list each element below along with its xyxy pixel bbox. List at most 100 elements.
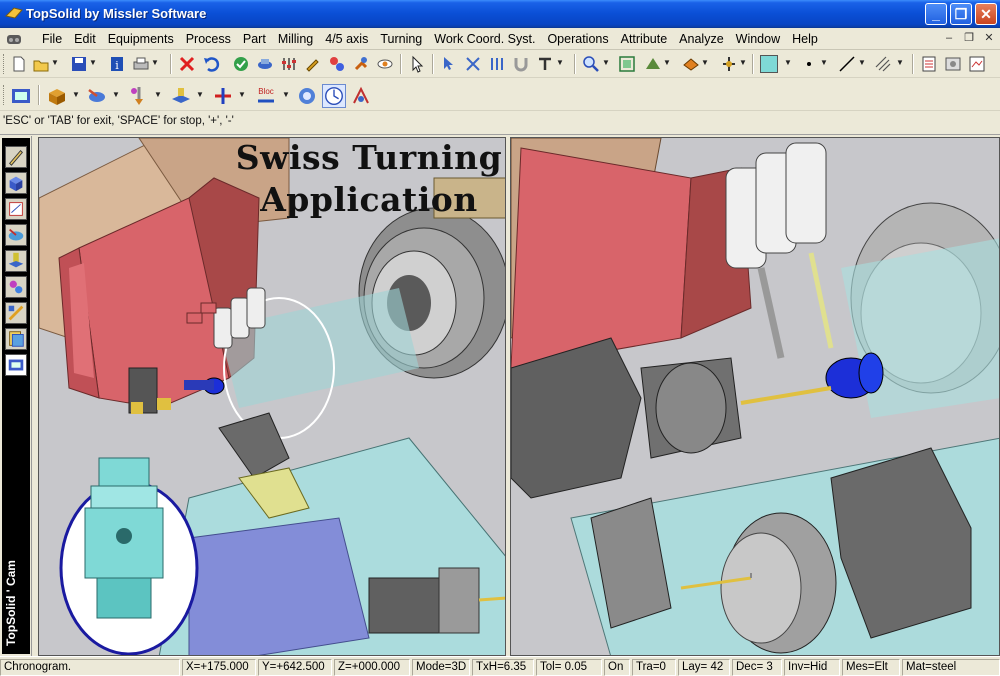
view-dropdown-icon[interactable]: ▼	[663, 58, 671, 68]
cam-machine-icon[interactable]	[5, 354, 27, 376]
bloc-icon[interactable]: Bloc	[254, 85, 278, 107]
document-menu-icon[interactable]	[6, 32, 22, 46]
status-txh[interactable]: TxH=6.35	[472, 659, 534, 676]
menu-analyze[interactable]: Analyze	[673, 31, 729, 47]
stock-icon[interactable]	[46, 85, 68, 107]
cam-documents-icon[interactable]	[5, 328, 27, 350]
zoom-part-icon[interactable]	[256, 55, 274, 73]
bloc-dropdown-icon[interactable]: ▼	[282, 90, 290, 100]
color-dropdown-icon[interactable]: ▼	[784, 58, 792, 68]
close-button[interactable]: ✕	[975, 3, 997, 25]
drilling-dropdown-icon[interactable]: ▼	[154, 90, 162, 100]
menu-part[interactable]: Part	[237, 31, 272, 47]
coord-system-icon[interactable]	[720, 55, 738, 73]
zoom-extents-icon[interactable]	[618, 55, 636, 73]
toolbar-grip[interactable]	[3, 54, 6, 74]
drafting-icon[interactable]	[5, 198, 27, 220]
render-dropdown-icon[interactable]: ▼	[701, 58, 709, 68]
transfer-dropdown-icon[interactable]: ▼	[238, 90, 246, 100]
status-tra[interactable]: Tra=0	[632, 659, 676, 676]
stock-dropdown-icon[interactable]: ▼	[72, 90, 80, 100]
menu-turning[interactable]: Turning	[374, 31, 428, 47]
open-folder-icon[interactable]	[32, 55, 50, 73]
view-icon[interactable]	[644, 55, 662, 73]
magnet-icon[interactable]	[512, 55, 530, 73]
line-dropdown-icon[interactable]: ▼	[858, 58, 866, 68]
drawing-icon[interactable]	[968, 55, 986, 73]
shape-box-icon[interactable]	[5, 172, 27, 194]
menu-process[interactable]: Process	[180, 31, 237, 47]
undo-icon[interactable]	[202, 55, 220, 73]
open-dropdown-icon[interactable]: ▼	[51, 58, 59, 68]
milling-op-icon[interactable]	[170, 85, 192, 107]
transfer-icon[interactable]	[212, 85, 234, 107]
minimize-button[interactable]: _	[925, 3, 947, 25]
menu-milling[interactable]: Milling	[272, 31, 319, 47]
hatch-icon[interactable]	[874, 55, 892, 73]
mdi-minimize-button[interactable]: –	[942, 32, 956, 45]
color-swatch-icon[interactable]	[760, 55, 778, 73]
hide-icon[interactable]	[376, 55, 394, 73]
tool-icon[interactable]	[352, 55, 370, 73]
select-icon[interactable]	[440, 55, 458, 73]
render-icon[interactable]	[682, 55, 700, 73]
machine-icon[interactable]	[10, 85, 32, 107]
modify-icon[interactable]	[304, 55, 322, 73]
menu-4-5-axis[interactable]: 4/5 axis	[319, 31, 374, 47]
post-processor-icon[interactable]	[350, 85, 372, 107]
menu-file[interactable]: File	[36, 31, 68, 47]
topsolid-app-icon[interactable]	[5, 6, 23, 20]
drilling-op-icon[interactable]	[128, 85, 150, 107]
viewport-right[interactable]	[510, 137, 1000, 656]
turning-op-icon[interactable]	[86, 85, 108, 107]
point-dropdown-icon[interactable]: ▼	[820, 58, 828, 68]
status-lay[interactable]: Lay= 42	[678, 659, 730, 676]
menu-equipments[interactable]: Equipments	[102, 31, 180, 47]
menu-window[interactable]: Window	[730, 31, 786, 47]
point-style-icon[interactable]	[800, 55, 818, 73]
pointer-icon[interactable]	[408, 55, 426, 73]
zoom-in-icon[interactable]	[582, 55, 600, 73]
status-mat[interactable]: Mat=steel	[902, 659, 1000, 676]
viewport-left[interactable]: Swiss Turning Application	[38, 137, 506, 656]
cam-tools-icon[interactable]	[5, 276, 27, 298]
save-icon[interactable]	[70, 55, 88, 73]
menu-attribute[interactable]: Attribute	[615, 31, 674, 47]
chronogram-icon[interactable]	[322, 84, 346, 108]
menu-help[interactable]: Help	[786, 31, 824, 47]
parameters-icon[interactable]	[280, 55, 298, 73]
cam-wire-icon[interactable]	[5, 302, 27, 324]
layer-icon[interactable]	[920, 55, 938, 73]
line-style-icon[interactable]	[838, 55, 856, 73]
simulation-icon[interactable]	[296, 85, 318, 107]
menu-work-coord-syst[interactable]: Work Coord. Syst.	[428, 31, 541, 47]
menu-operations[interactable]: Operations	[541, 31, 614, 47]
cut-icon[interactable]	[464, 55, 482, 73]
maximize-button[interactable]: ❐	[950, 3, 972, 25]
hatch-dropdown-icon[interactable]: ▼	[896, 58, 904, 68]
save-dropdown-icon[interactable]: ▼	[89, 58, 97, 68]
mdi-close-button[interactable]: ✕	[982, 32, 996, 45]
status-inv[interactable]: Inv=Hid	[784, 659, 840, 676]
status-on[interactable]: On	[604, 659, 630, 676]
check-part-icon[interactable]	[232, 55, 250, 73]
info-icon[interactable]: i	[108, 55, 126, 73]
status-mes[interactable]: Mes=Elt	[842, 659, 900, 676]
cam-milling-icon[interactable]	[5, 250, 27, 272]
menu-edit[interactable]: Edit	[68, 31, 102, 47]
status-dec[interactable]: Dec= 3	[732, 659, 782, 676]
print-icon[interactable]	[132, 55, 150, 73]
zoom-dropdown-icon[interactable]: ▼	[602, 58, 610, 68]
mdi-restore-button[interactable]: ❐	[962, 32, 976, 45]
toolbar-grip[interactable]	[3, 85, 6, 105]
cam-turning-icon[interactable]	[5, 224, 27, 246]
new-document-icon[interactable]	[10, 55, 28, 73]
status-tol[interactable]: Tol= 0.05	[536, 659, 602, 676]
split-icon[interactable]	[488, 55, 506, 73]
print-dropdown-icon[interactable]: ▼	[151, 58, 159, 68]
turning-dropdown-icon[interactable]: ▼	[112, 90, 120, 100]
coord-dropdown-icon[interactable]: ▼	[739, 58, 747, 68]
sketch-pencil-icon[interactable]	[5, 146, 27, 168]
paint-icon[interactable]	[328, 55, 346, 73]
parts-list-icon[interactable]	[944, 55, 962, 73]
